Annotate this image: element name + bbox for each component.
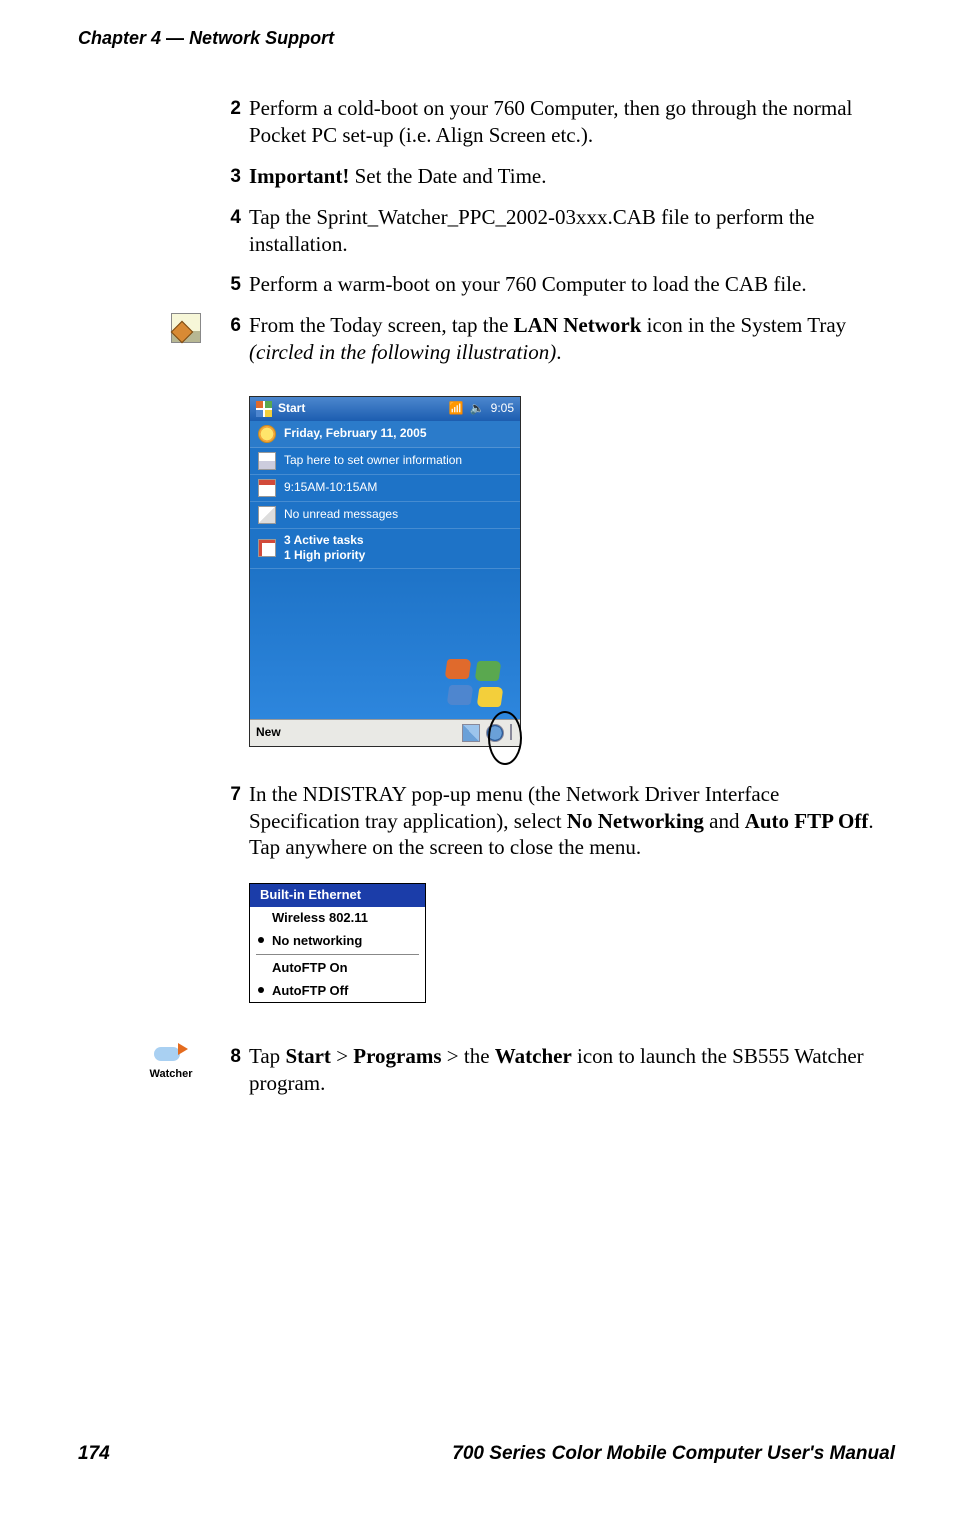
titlebar: Start 📶 🔈 9:05	[250, 397, 520, 421]
menu-item-autoftp-off: AutoFTP Off	[250, 980, 425, 1003]
today-background	[250, 569, 520, 719]
date-row: Friday, February 11, 2005	[250, 421, 520, 448]
mail-text: No unread messages	[284, 507, 398, 522]
step-text: icon in the System Tray	[641, 313, 846, 337]
owner-icon	[258, 452, 276, 470]
step-text: and	[704, 809, 745, 833]
no-networking-label: No Networking	[567, 809, 704, 833]
tasks-row: 3 Active tasks 1 High priority	[250, 529, 520, 569]
important-label: Important!	[249, 164, 349, 188]
watcher-icon-block: Watcher	[143, 1043, 199, 1081]
windows-flag-icon	[256, 401, 272, 417]
calendar-icon	[258, 479, 276, 497]
step-body: Perform a warm-boot on your 760 Computer…	[249, 271, 895, 298]
step-text: > the	[442, 1044, 495, 1068]
taskbar: New	[250, 719, 520, 746]
title-tray: 📶 🔈 9:05	[449, 401, 514, 416]
step-text: >	[331, 1044, 353, 1068]
step-number: 6	[213, 312, 241, 366]
step-text: Set the Date and Time.	[349, 164, 546, 188]
watcher-label: Watcher	[495, 1044, 572, 1068]
pocketpc-screen: Start 📶 🔈 9:05 Friday, February 11, 2005…	[249, 396, 521, 747]
tasks-line2: 1 High priority	[284, 548, 365, 562]
step-7: 7 In the NDISTRAY pop-up menu (the Netwo…	[213, 781, 895, 862]
step-number: 8	[213, 1043, 241, 1097]
step-3: 3 Important! Set the Date and Time.	[213, 163, 895, 190]
menu-item-wireless: Wireless 802.11	[250, 907, 425, 930]
step-body: Tap Start > Programs > the Watcher icon …	[249, 1043, 895, 1097]
page-number: 174	[78, 1443, 110, 1465]
tasks-line1: 3 Active tasks	[284, 533, 364, 547]
content: 2 Perform a cold-boot on your 760 Comput…	[213, 95, 895, 1097]
step-number: 4	[213, 204, 241, 258]
step-text: Tap	[249, 1044, 285, 1068]
chapter-label: Chapter 4	[78, 28, 161, 48]
menu-separator	[256, 954, 419, 955]
mail-row: No unread messages	[250, 502, 520, 529]
step-body: Tap the Sprint_Watcher_PPC_2002-03xxx.CA…	[249, 204, 895, 258]
globe-icon	[486, 724, 504, 742]
owner-row: Tap here to set owner information	[250, 448, 520, 475]
clock: 9:05	[491, 401, 514, 416]
step-body: In the NDISTRAY pop-up menu (the Network…	[249, 781, 895, 862]
step-text: From the Today screen, tap the	[249, 313, 514, 337]
today-screen-figure: Start 📶 🔈 9:05 Friday, February 11, 2005…	[249, 396, 895, 747]
step-number: 7	[213, 781, 241, 862]
step-text: .	[556, 340, 561, 364]
dash: —	[166, 28, 184, 48]
page: Chapter 4 — Network Support 2 Perform a …	[0, 0, 973, 1519]
speaker-icon: 🔈	[470, 401, 485, 416]
calendar-text: 9:15AM-10:15AM	[284, 480, 377, 495]
step-body: From the Today screen, tap the LAN Netwo…	[249, 312, 895, 366]
illustration-note: (circled in the following illustration)	[249, 340, 556, 364]
step-5: 5 Perform a warm-boot on your 760 Comput…	[213, 271, 895, 298]
ndistray-menu: Built-in Ethernet Wireless 802.11 No net…	[249, 883, 426, 1003]
footer: 174 700 Series Color Mobile Computer Use…	[78, 1443, 895, 1465]
step-4: 4 Tap the Sprint_Watcher_PPC_2002-03xxx.…	[213, 204, 895, 258]
calendar-row: 9:15AM-10:15AM	[250, 475, 520, 502]
system-tray	[462, 724, 514, 742]
step-6: 6 From the Today screen, tap the LAN Net…	[213, 312, 895, 366]
signal-icon: 📶	[449, 401, 464, 416]
step-8: Watcher 8 Tap Start > Programs > the Wat…	[213, 1043, 895, 1097]
menu-item-autoftp-on: AutoFTP On	[250, 957, 425, 980]
mail-icon	[258, 506, 276, 524]
programs-label: Programs	[353, 1044, 441, 1068]
date-text: Friday, February 11, 2005	[284, 426, 427, 441]
start-label: Start	[278, 401, 443, 416]
owner-text: Tap here to set owner information	[284, 453, 462, 468]
lan-network-tray-icon	[510, 724, 512, 740]
weather-icon	[258, 425, 276, 443]
step-number: 2	[213, 95, 241, 149]
menu-item-no-networking: No networking	[250, 930, 425, 953]
manual-title: 700 Series Color Mobile Computer User's …	[452, 1443, 895, 1465]
new-button: New	[256, 725, 281, 740]
connection-icon	[462, 724, 480, 742]
step-number: 3	[213, 163, 241, 190]
watcher-icon-label: Watcher	[143, 1067, 199, 1081]
step-body: Important! Set the Date and Time.	[249, 163, 895, 190]
lan-network-icon	[171, 313, 201, 343]
auto-ftp-off-label: Auto FTP Off	[745, 809, 869, 833]
running-head: Chapter 4 — Network Support	[78, 28, 895, 49]
watcher-icon	[154, 1043, 188, 1065]
menu-header: Built-in Ethernet	[250, 884, 425, 907]
ndistray-menu-figure: Built-in Ethernet Wireless 802.11 No net…	[249, 883, 895, 1003]
start-label: Start	[285, 1044, 331, 1068]
lan-network-label: LAN Network	[514, 313, 642, 337]
step-2: 2 Perform a cold-boot on your 760 Comput…	[213, 95, 895, 149]
step-body: Perform a cold-boot on your 760 Computer…	[249, 95, 895, 149]
step-number: 5	[213, 271, 241, 298]
section-title: Network Support	[189, 28, 334, 48]
tasks-icon	[258, 539, 276, 557]
tasks-text: 3 Active tasks 1 High priority	[284, 533, 365, 564]
windows-logo-icon	[446, 659, 506, 709]
